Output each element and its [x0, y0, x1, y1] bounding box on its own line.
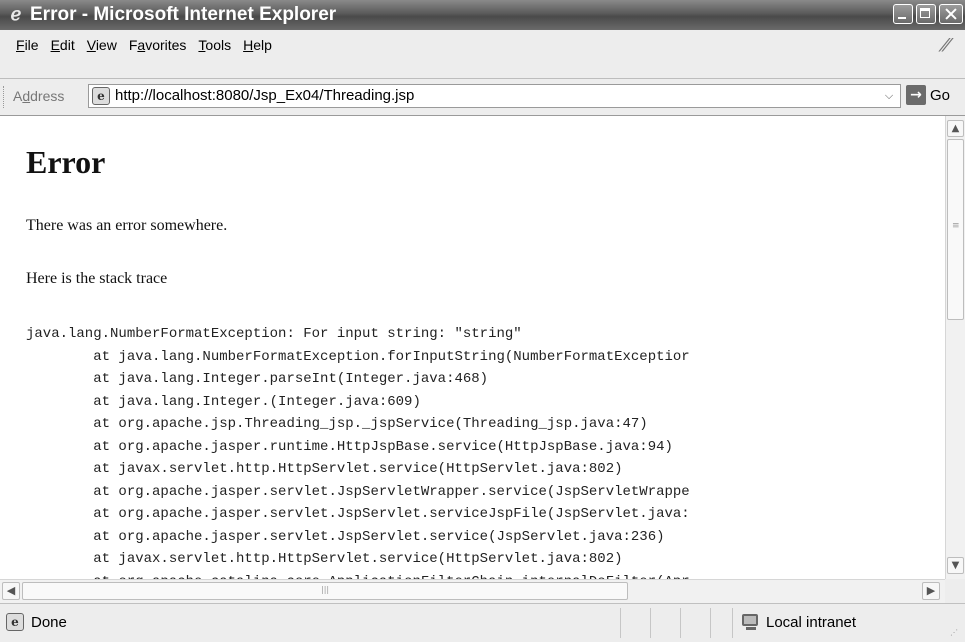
menu-file[interactable]: File [10, 34, 45, 56]
menu-view[interactable]: View [81, 34, 123, 56]
page-icon: e [92, 87, 110, 105]
toolbar-grip[interactable] [3, 86, 7, 108]
scroll-up-icon[interactable]: ▲ [947, 120, 964, 137]
page-icon: e [6, 613, 24, 631]
menu: File Edit View Favorites Tools Help [10, 34, 278, 56]
status-divider [620, 608, 621, 638]
go-button[interactable]: → Go [906, 85, 950, 105]
menu-help[interactable]: Help [237, 34, 278, 56]
maximize-button[interactable] [916, 4, 936, 24]
status-divider [680, 608, 681, 638]
scroll-left-icon[interactable]: ◀ [2, 582, 20, 600]
browser-window: ℯ Error - Microsoft Internet Explorer Fi… [0, 0, 965, 642]
address-input[interactable]: e http://localhost:8080/Jsp_Ex04/Threadi… [88, 84, 901, 108]
chevron-down-icon[interactable]: ⌵ [880, 87, 898, 105]
status-divider [732, 608, 733, 638]
page-content: Error There was an error somewhere. Here… [2, 116, 943, 579]
status-divider [650, 608, 651, 638]
scroll-down-icon[interactable]: ▼ [947, 557, 964, 574]
status-divider [710, 608, 711, 638]
menu-favorites[interactable]: Favorites [123, 34, 193, 56]
scroll-right-icon[interactable]: ▶ [922, 582, 940, 600]
title-bar: ℯ Error - Microsoft Internet Explorer [0, 0, 965, 30]
address-bar: Address e http://localhost:8080/Jsp_Ex04… [0, 79, 965, 116]
go-label: Go [930, 86, 951, 104]
scrollbar-corner [945, 579, 965, 603]
menu-bar: File Edit View Favorites Tools Help ⁄⁄ [0, 30, 965, 79]
vertical-scrollbar[interactable]: ▲ ≡ ▼ [945, 116, 965, 579]
grip-icon: ||| [321, 585, 330, 594]
grip-icon: ≡ [952, 221, 960, 231]
go-arrow-icon: → [906, 85, 926, 105]
minimize-button[interactable] [893, 4, 913, 24]
zone-text: Local intranet [766, 614, 857, 631]
address-url[interactable]: http://localhost:8080/Jsp_Ex04/Threading… [115, 87, 414, 104]
stack-trace: java.lang.NumberFormatException: For inp… [26, 326, 690, 579]
error-message: There was an error somewhere. [26, 217, 228, 234]
status-text: Done [31, 614, 67, 631]
window-title: Error - Microsoft Internet Explorer [30, 4, 337, 25]
close-button[interactable] [939, 4, 963, 24]
vertical-scroll-thumb[interactable]: ≡ [947, 139, 964, 320]
status-bar: e Done Local intranet ⋰ [0, 603, 965, 642]
page-heading: Error [26, 144, 106, 180]
local-intranet-icon [740, 612, 762, 632]
menu-tools[interactable]: Tools [192, 34, 237, 56]
resize-grip-icon[interactable]: ⋰ [950, 628, 958, 637]
stack-intro: Here is the stack trace [26, 270, 168, 287]
menu-edit[interactable]: Edit [45, 34, 81, 56]
ie-logo-icon: ℯ [10, 4, 22, 25]
windows-logo-icon: ⁄⁄ [931, 32, 961, 60]
address-label: Address [13, 88, 65, 104]
horizontal-scrollbar[interactable]: ◀ ||| ▶ [0, 579, 945, 603]
horizontal-scroll-thumb[interactable]: ||| [22, 582, 628, 600]
